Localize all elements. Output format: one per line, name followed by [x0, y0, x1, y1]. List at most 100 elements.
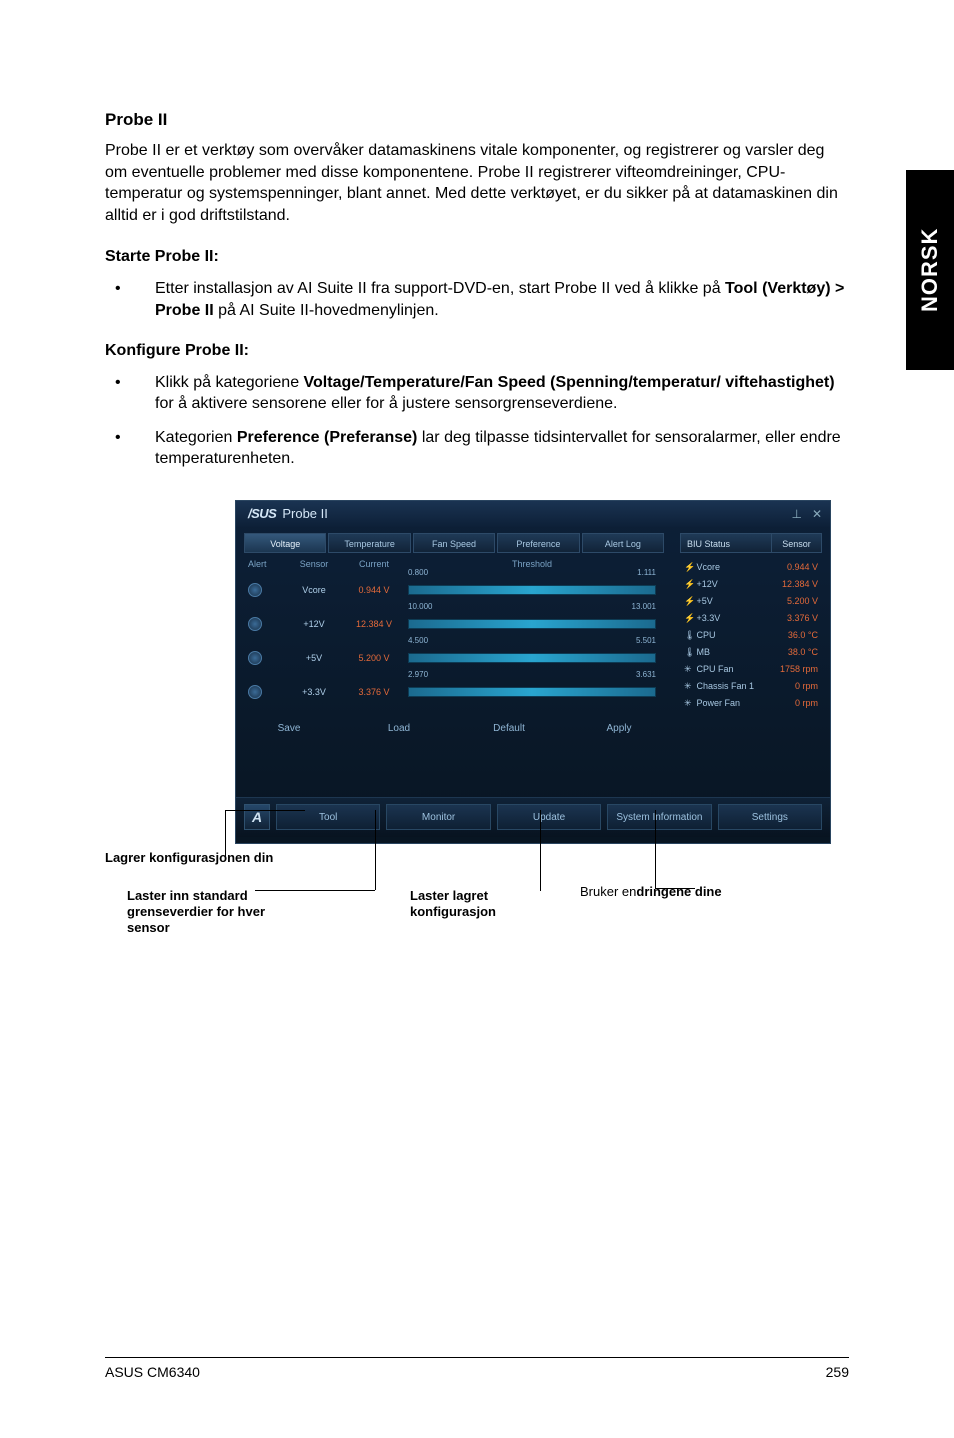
- window-title: Probe II: [282, 501, 328, 527]
- heading-probe2: Probe II: [105, 110, 849, 130]
- stat-row: ✳ Chassis Fan 10 rpm: [680, 678, 822, 695]
- threshold-slider[interactable]: 4.5005.501: [404, 650, 660, 666]
- bottom-tool-button[interactable]: Tool: [276, 804, 380, 830]
- sensor-icon: 🌡: [684, 647, 694, 658]
- tab-preference[interactable]: Preference: [497, 533, 579, 553]
- stat-name: 🌡 MB: [684, 647, 710, 658]
- header-row: Alert Sensor Current Threshold: [244, 559, 664, 569]
- status-left: BIU Status: [681, 534, 771, 552]
- callout-default: Laster inn standard grenseverdier for hv…: [127, 888, 297, 937]
- stat-value: 0 rpm: [795, 681, 818, 692]
- tab-alert-log[interactable]: Alert Log: [582, 533, 664, 553]
- probe-body: VoltageTemperatureFan SpeedPreferenceAle…: [236, 527, 830, 797]
- text: Etter installasjon av AI Suite II fra su…: [155, 280, 725, 297]
- sensor-icon: ✳: [684, 664, 694, 675]
- bottom-update-button[interactable]: Update: [497, 804, 601, 830]
- bold: Voltage/Temperature/Fan Speed (Spenning/…: [304, 374, 835, 391]
- stat-row: 🌡 CPU36.0 °C: [680, 627, 822, 644]
- tabs: VoltageTemperatureFan SpeedPreferenceAle…: [244, 533, 664, 553]
- stat-value: 5.200 V: [787, 596, 818, 607]
- probe-left: VoltageTemperatureFan SpeedPreferenceAle…: [236, 527, 672, 797]
- sensor-icon: 🌡: [684, 630, 694, 641]
- stat-value: 1758 rpm: [780, 664, 818, 675]
- alert-toggle[interactable]: [248, 617, 284, 631]
- tab-fan-speed[interactable]: Fan Speed: [413, 533, 495, 553]
- sensor-name: +5V: [284, 653, 344, 663]
- footer-model: ASUS CM6340: [105, 1364, 200, 1380]
- bottom-settings-button[interactable]: Settings: [718, 804, 822, 830]
- sensor-current: 0.944 V: [344, 585, 404, 595]
- alert-toggle[interactable]: [248, 651, 284, 665]
- tab-voltage[interactable]: Voltage: [244, 533, 326, 553]
- ai-logo-icon[interactable]: A: [244, 804, 270, 830]
- threshold-slider[interactable]: 2.9703.631: [404, 684, 660, 700]
- intro-paragraph: Probe II er et verktøy som overvåker dat…: [105, 140, 849, 226]
- default-button[interactable]: Default: [474, 723, 544, 739]
- stat-value: 0.944 V: [787, 562, 818, 573]
- callout-save: Lagrer konfigurasjonen din: [105, 850, 273, 866]
- callout-load: Laster lagret konfigurasjon: [410, 888, 540, 921]
- stat-name: ⚡ +3.3V: [684, 613, 720, 624]
- stat-name: ⚡ Vcore: [684, 562, 720, 573]
- stat-row: ⚡ +5V 5.200 V: [680, 593, 822, 610]
- stat-name: ✳ Power Fan: [684, 698, 740, 709]
- close-icon[interactable]: ✕: [812, 501, 822, 527]
- stat-value: 36.0 °C: [788, 630, 818, 641]
- hdr-threshold: Threshold: [404, 559, 660, 569]
- sensor-current: 5.200 V: [344, 653, 404, 663]
- asus-logo: /SUS: [248, 501, 276, 527]
- bottom-system-information-button[interactable]: System Information: [607, 804, 711, 830]
- stats-list: ⚡ Vcore 0.944 V ⚡ +12V 12.384 V ⚡ +5V 5.200 V…: [680, 559, 822, 712]
- status-box: BIU Status Sensor: [680, 533, 822, 553]
- load-button[interactable]: Load: [364, 723, 434, 739]
- stat-row: ⚡ +3.3V 3.376 V: [680, 610, 822, 627]
- text: Bruker en: [580, 884, 636, 899]
- stat-value: 3.376 V: [787, 613, 818, 624]
- config-item: Klikk på kategoriene Voltage/Temperature…: [105, 372, 849, 415]
- sensor-rows: Vcore0.944 V0.8001.111+12V12.384 V10.000…: [244, 573, 664, 709]
- alert-toggle[interactable]: [248, 583, 284, 597]
- stat-value: 12.384 V: [782, 579, 818, 590]
- minimize-icon[interactable]: ⊥: [791, 501, 801, 527]
- sensor-icon: ⚡: [684, 613, 694, 624]
- stat-name: ⚡ +12V: [684, 579, 718, 590]
- threshold-slider[interactable]: 10.00013.001: [404, 616, 660, 632]
- stat-row: 🌡 MB 38.0 °C: [680, 644, 822, 661]
- sensor-row: Vcore0.944 V0.8001.111: [244, 573, 664, 607]
- callout-apply: Bruker endringene dine: [580, 884, 750, 900]
- sensor-icon: ✳: [684, 681, 694, 692]
- sensor-icon: ⚡: [684, 579, 694, 590]
- threshold-slider[interactable]: 0.8001.111: [404, 582, 660, 598]
- sensor-row: +5V5.200 V4.5005.501: [244, 641, 664, 675]
- screenshot-wrap: /SUS Probe II ⊥ ✕ VoltageTemperatureFan …: [235, 500, 849, 844]
- hdr-current: Current: [344, 559, 404, 569]
- bottom-monitor-button[interactable]: Monitor: [386, 804, 490, 830]
- config-list: Klikk på kategoriene Voltage/Temperature…: [105, 372, 849, 470]
- bold: dringene dine: [636, 884, 721, 899]
- config-heading: Konfigure Probe II:: [105, 342, 849, 360]
- sensor-icon: ⚡: [684, 562, 694, 573]
- apply-button[interactable]: Apply: [584, 723, 654, 739]
- stat-row: ⚡ +12V 12.384 V: [680, 576, 822, 593]
- stat-name: ✳ CPU Fan: [684, 664, 734, 675]
- stat-value: 0 rpm: [795, 698, 818, 709]
- stat-value: 38.0 °C: [788, 647, 818, 658]
- save-button[interactable]: Save: [254, 723, 324, 739]
- text: Klikk på kategoriene: [155, 374, 304, 391]
- stat-name: ⚡ +5V: [684, 596, 713, 607]
- sensor-name: Vcore: [284, 585, 344, 595]
- bold: Preference (Preferanse): [237, 429, 418, 446]
- callouts: Lagrer konfigurasjonen din Laster inn st…: [105, 850, 849, 980]
- stat-row: ⚡ Vcore 0.944 V: [680, 559, 822, 576]
- bottom-bar: A ToolMonitor UpdateSystem Information Set…: [236, 797, 830, 837]
- status-right: Sensor: [771, 534, 821, 552]
- line: [225, 810, 305, 811]
- sensor-row: +3.3V3.376 V2.9703.631: [244, 675, 664, 709]
- sensor-current: 12.384 V: [344, 619, 404, 629]
- sensor-row: +12V12.384 V10.00013.001: [244, 607, 664, 641]
- sensor-icon: ⚡: [684, 596, 694, 607]
- probe-window: /SUS Probe II ⊥ ✕ VoltageTemperatureFan …: [235, 500, 831, 844]
- tab-temperature[interactable]: Temperature: [328, 533, 410, 553]
- alert-toggle[interactable]: [248, 685, 284, 699]
- config-item: Kategorien Preference (Preferanse) lar d…: [105, 427, 849, 470]
